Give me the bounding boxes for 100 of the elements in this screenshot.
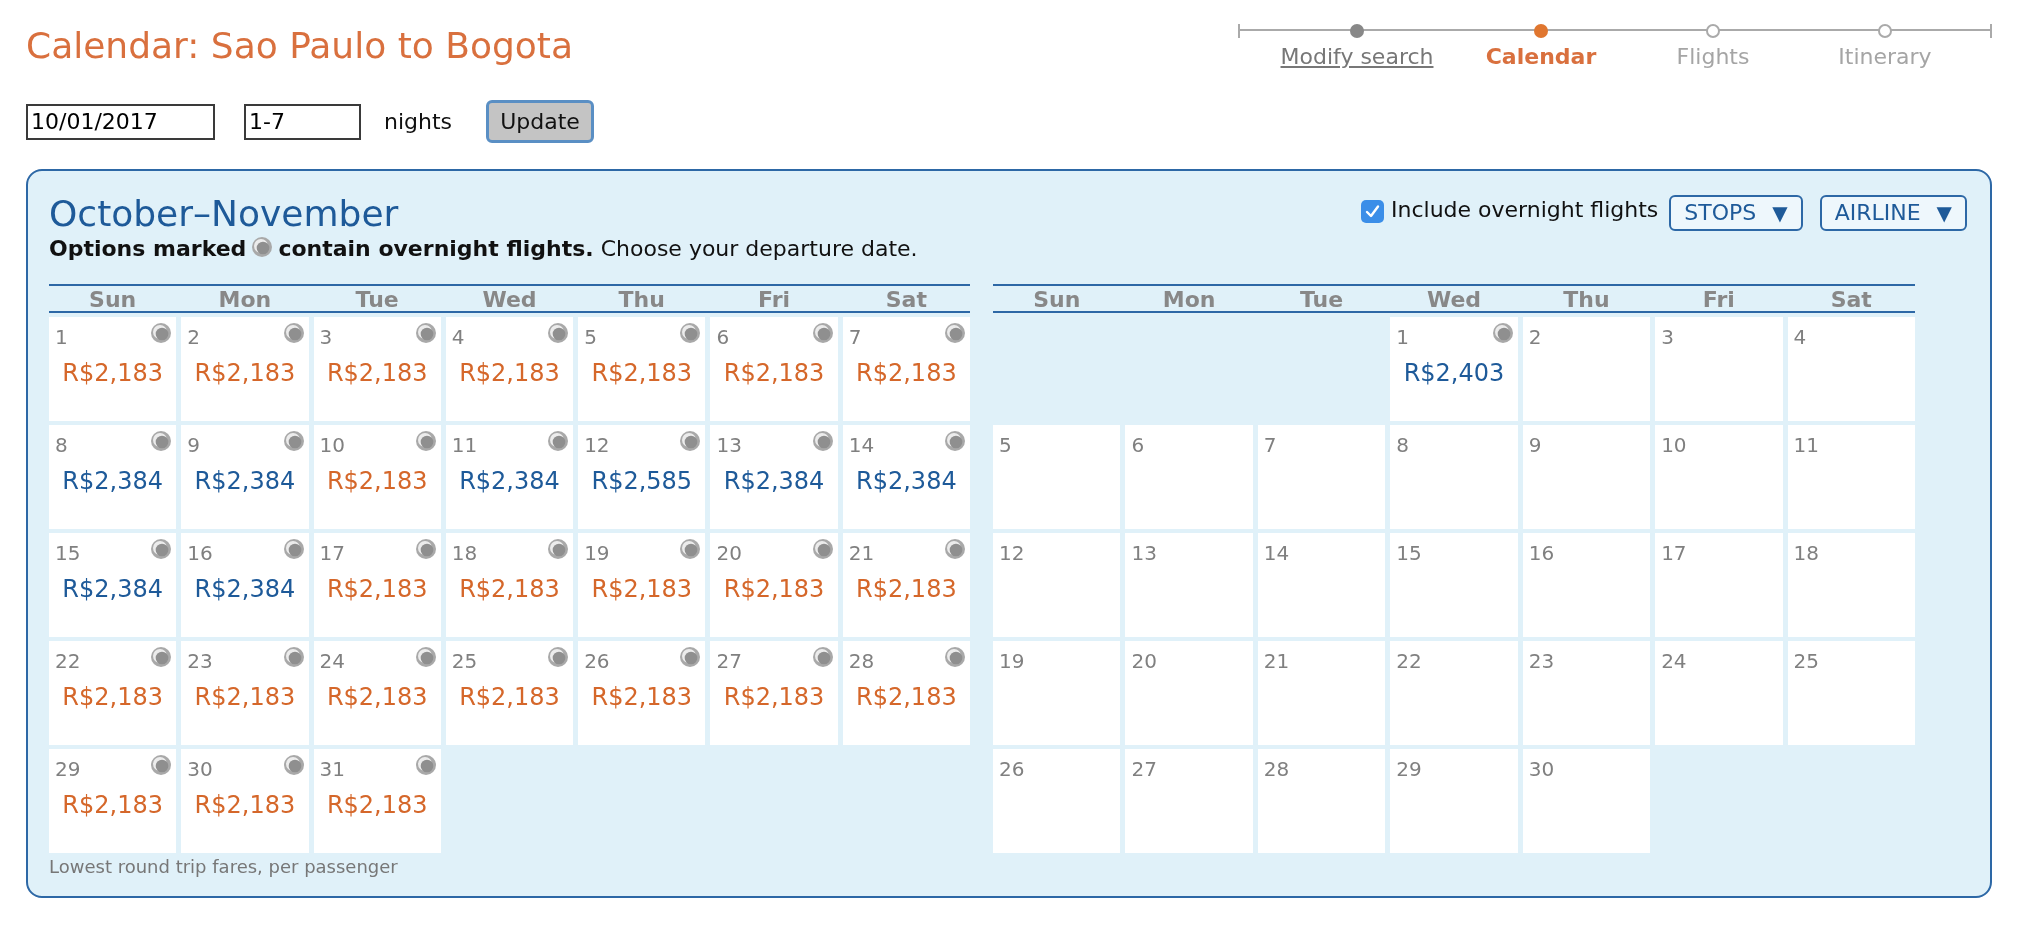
day-number: 20: [716, 541, 742, 565]
filter-dropdown[interactable]: STOPS ▼: [1669, 195, 1803, 231]
day-number: 16: [187, 541, 213, 565]
price: R$2,183: [722, 574, 826, 604]
day-cell[interactable]: 5 R$2,183: [578, 317, 706, 421]
day-cell[interactable]: 27: [1125, 749, 1253, 853]
price: R$2,384: [61, 574, 164, 604]
day-cell[interactable]: 21 R$2,183: [842, 533, 970, 637]
day-number: 17: [1661, 541, 1687, 565]
day-cell[interactable]: 12: [993, 533, 1121, 637]
day-number: 15: [55, 541, 81, 565]
day-number: 24: [319, 649, 345, 673]
checkbox[interactable]: [1361, 200, 1384, 223]
day-cell[interactable]: 1 R$2,403: [1390, 317, 1518, 421]
day-cell[interactable]: 11: [1787, 425, 1915, 529]
day-cell[interactable]: 20 R$2,183: [710, 533, 838, 637]
day-cell[interactable]: 16 R$2,384: [181, 533, 309, 637]
day-cell[interactable]: 28 R$2,183: [842, 641, 970, 745]
price: R$2,384: [458, 466, 561, 496]
day-cell[interactable]: 13: [1125, 533, 1253, 637]
weekday-label: Tue: [1298, 286, 1345, 311]
day-cell[interactable]: 30: [1522, 749, 1651, 853]
day-number: 8: [55, 433, 68, 457]
weekday-label: Mon: [1161, 286, 1217, 311]
price: R$2,384: [61, 466, 164, 496]
day-number: 12: [584, 433, 610, 457]
filter-dropdown[interactable]: AIRLINE ▼: [1819, 195, 1967, 231]
day-cell[interactable]: 7 R$2,183: [842, 317, 970, 421]
day-cell[interactable]: 14 R$2,384: [842, 425, 970, 529]
day-cell[interactable]: 21: [1257, 641, 1386, 745]
day-cell[interactable]: 22: [1390, 641, 1518, 745]
day-cell[interactable]: 24: [1655, 641, 1783, 745]
day-cell[interactable]: 20: [1125, 641, 1253, 745]
day-number: 30: [187, 757, 213, 781]
day-cell[interactable]: 15: [1390, 533, 1518, 637]
day-cell[interactable]: 3: [1655, 317, 1783, 421]
day-cell[interactable]: 23: [1522, 641, 1651, 745]
day-cell[interactable]: 11 R$2,384: [445, 425, 574, 529]
day-cell[interactable]: 8 R$2,384: [49, 425, 177, 529]
day-cell[interactable]: 5: [993, 425, 1121, 529]
day-cell[interactable]: 19 R$2,183: [578, 533, 706, 637]
day-cell[interactable]: 30 R$2,183: [181, 749, 309, 853]
day-cell[interactable]: 18 R$2,183: [445, 533, 574, 637]
day-number: 14: [848, 433, 875, 457]
day-cell[interactable]: 4: [1787, 317, 1915, 421]
day-cell[interactable]: 25 R$2,183: [445, 641, 574, 745]
day-number: 30: [1528, 757, 1555, 781]
nights-field[interactable]: 1-7: [244, 103, 361, 140]
day-cell[interactable]: 12 R$2,585: [578, 425, 706, 529]
day-cell[interactable]: 17: [1655, 533, 1783, 637]
day-cell[interactable]: 31 R$2,183: [313, 749, 441, 853]
day-cell[interactable]: 3 R$2,183: [313, 317, 441, 421]
day-cell[interactable]: 10: [1655, 425, 1783, 529]
day-number: 19: [584, 541, 610, 565]
day-cell[interactable]: 8: [1390, 425, 1518, 529]
day-cell[interactable]: 27 R$2,183: [710, 641, 838, 745]
day-cell[interactable]: 2 R$2,183: [181, 317, 309, 421]
price: R$2,183: [458, 574, 561, 604]
day-number: 20: [1131, 649, 1157, 673]
day-number: 11: [1793, 433, 1819, 457]
day-cell[interactable]: 14: [1257, 533, 1386, 637]
legend-text: contain overnight flights. Choose your departure date.: [278, 236, 918, 262]
date-field[interactable]: 10/01/2017: [26, 103, 215, 140]
day-cell[interactable]: 10 R$2,183: [313, 425, 441, 529]
day-cell[interactable]: 29: [1390, 749, 1518, 853]
day-cell[interactable]: 2: [1522, 317, 1651, 421]
day-cell[interactable]: 6: [1125, 425, 1253, 529]
day-cell[interactable]: 1 R$2,183: [49, 317, 177, 421]
day-cell[interactable]: 13 R$2,384: [710, 425, 838, 529]
day-cell[interactable]: 29 R$2,183: [49, 749, 177, 853]
day-cell[interactable]: 16: [1522, 533, 1651, 637]
day-cell[interactable]: 19: [993, 641, 1121, 745]
nights-label: nights: [384, 108, 453, 135]
day-number: 14: [1263, 541, 1290, 565]
step-label: Itinerary: [1838, 44, 1932, 70]
day-cell[interactable]: 17 R$2,183: [313, 533, 441, 637]
day-cell[interactable]: 23 R$2,183: [181, 641, 309, 745]
price: R$2,183: [325, 358, 429, 388]
day-cell[interactable]: 7: [1257, 425, 1386, 529]
day-cell[interactable]: 18: [1787, 533, 1915, 637]
day-cell[interactable]: 25: [1787, 641, 1915, 745]
day-cell[interactable]: 26 R$2,183: [578, 641, 706, 745]
price: R$2,183: [855, 358, 958, 388]
day-cell[interactable]: 15 R$2,384: [49, 533, 177, 637]
day-cell[interactable]: 22 R$2,183: [49, 641, 177, 745]
day-cell[interactable]: 9 R$2,384: [181, 425, 309, 529]
day-number: 10: [1661, 433, 1687, 457]
day-cell[interactable]: 4 R$2,183: [445, 317, 574, 421]
update-button[interactable]: Update: [486, 100, 595, 143]
day-cell[interactable]: 26: [993, 749, 1121, 853]
day-number: 4: [451, 325, 465, 349]
price: R$2,585: [590, 466, 694, 496]
step-link[interactable]: Modify search: [1280, 44, 1434, 70]
day-cell[interactable]: 9: [1522, 425, 1651, 529]
day-cell[interactable]: 24 R$2,183: [313, 641, 441, 745]
price: R$2,183: [193, 358, 297, 388]
day-cell[interactable]: 6 R$2,183: [710, 317, 838, 421]
day-cell[interactable]: 28: [1257, 749, 1386, 853]
day-number: 29: [55, 757, 81, 781]
weekday-label: Sat: [1829, 286, 1873, 311]
